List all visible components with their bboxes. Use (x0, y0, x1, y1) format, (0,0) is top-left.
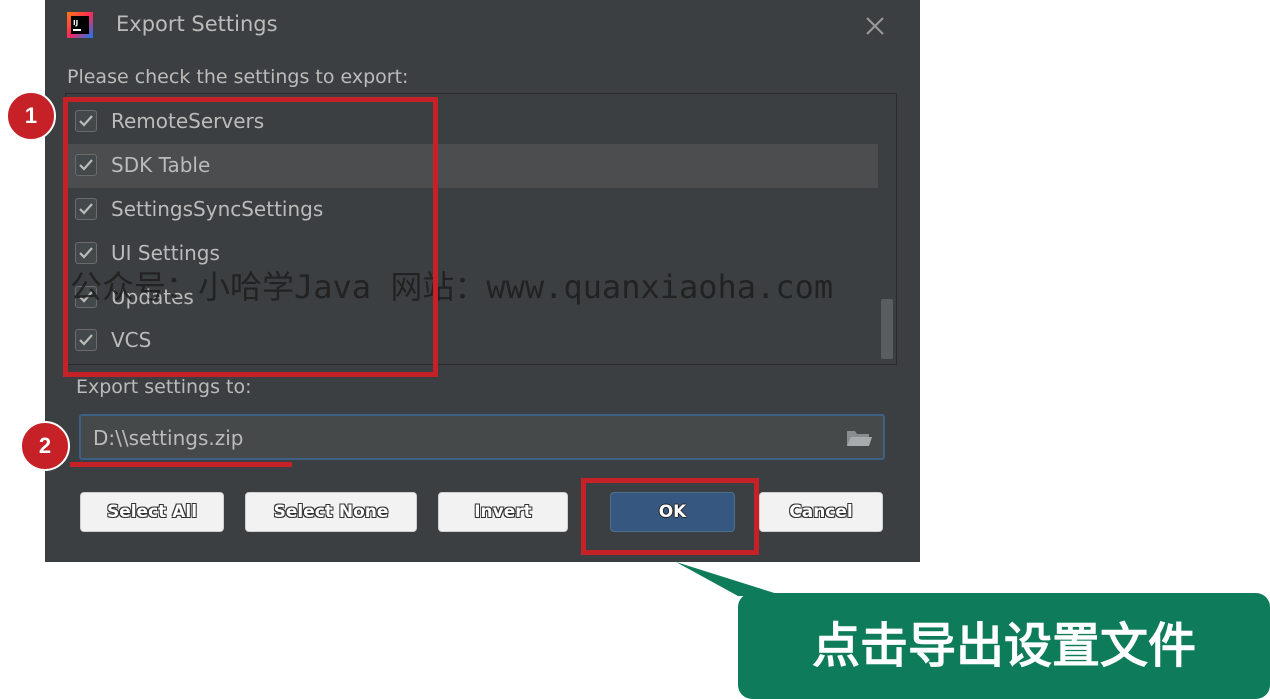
list-item-ui-settings[interactable]: UI Settings (66, 232, 878, 276)
checkmark-icon (79, 247, 93, 259)
settings-list[interactable]: RemoteServers SDK Table SettingsSyncSett… (65, 93, 897, 365)
list-item-updates[interactable]: Updates (66, 276, 878, 320)
list-item-label: UI Settings (111, 241, 220, 265)
checkbox-vcs[interactable] (75, 329, 97, 351)
callout-banner: 点击导出设置文件 (738, 593, 1270, 699)
checkmark-icon (79, 334, 93, 346)
checkbox-updates[interactable] (75, 286, 97, 308)
checkmark-icon (79, 203, 93, 215)
intellij-idea-icon: IJ (67, 12, 93, 38)
dialog-title: Export Settings (116, 12, 278, 36)
list-item-label: VCS (111, 328, 152, 352)
svg-text:IJ: IJ (73, 19, 78, 27)
list-item-sdk-table[interactable]: SDK Table (66, 144, 878, 188)
checkbox-settingssyncsettings[interactable] (75, 198, 97, 220)
scrollbar-thumb[interactable] (881, 299, 893, 359)
ok-button[interactable]: OK (610, 492, 735, 532)
checkbox-sdk-table[interactable] (75, 154, 97, 176)
list-item-label: RemoteServers (111, 109, 265, 133)
export-settings-dialog: IJ Export Settings Please check the sett… (45, 0, 920, 562)
select-none-button[interactable]: Select None (245, 492, 417, 532)
checkmark-icon (79, 159, 93, 171)
step-marker-1: 1 (6, 91, 56, 141)
checkmark-icon (79, 291, 93, 303)
step-marker-2: 2 (20, 421, 70, 471)
checkbox-ui-settings[interactable] (75, 242, 97, 264)
list-item-vcs[interactable]: VCS (66, 319, 878, 363)
list-item-label: SDK Table (111, 153, 211, 177)
cancel-button[interactable]: Cancel (759, 492, 883, 532)
checkmark-icon (79, 115, 93, 127)
export-path-value[interactable]: D:\\settings.zip (93, 426, 243, 450)
dialog-titlebar: IJ Export Settings (45, 0, 920, 52)
export-path-field[interactable]: D:\\settings.zip (79, 414, 885, 460)
list-item-settingssyncsettings[interactable]: SettingsSyncSettings (66, 188, 878, 232)
select-all-button[interactable]: Select All (80, 492, 224, 532)
close-icon[interactable] (861, 12, 889, 40)
list-item-label: SettingsSyncSettings (111, 197, 324, 221)
list-item-label: Updates (111, 285, 194, 309)
settings-prompt: Please check the settings to export: (67, 66, 409, 88)
list-scrollbar[interactable] (878, 94, 896, 364)
folder-open-icon[interactable] (845, 426, 873, 450)
export-path-label: Export settings to: (76, 376, 252, 398)
invert-button[interactable]: Invert (438, 492, 568, 532)
checkbox-remoteservers[interactable] (75, 110, 97, 132)
highlight-underline-path (70, 462, 292, 467)
screenshot-canvas: IJ Export Settings Please check the sett… (0, 0, 1270, 699)
list-item-remoteservers[interactable]: RemoteServers (66, 100, 878, 144)
